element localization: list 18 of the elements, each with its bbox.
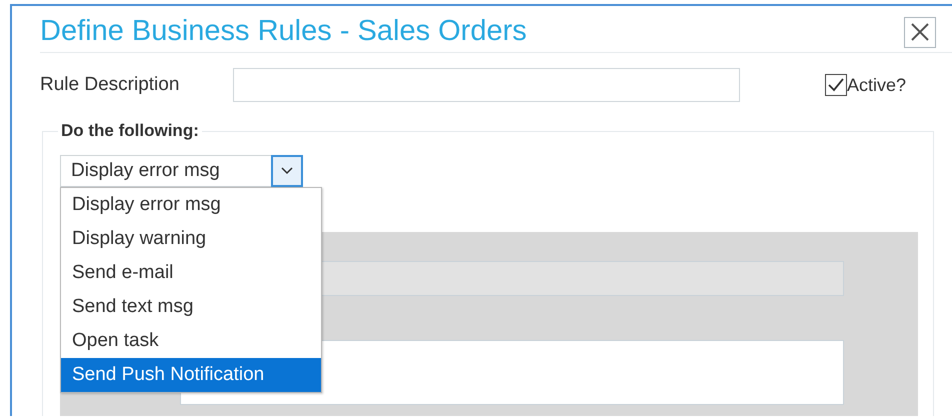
checkbox-label: Active?: [847, 75, 906, 96]
checkbox[interactable]: [825, 74, 847, 96]
dropdown-option[interactable]: Open task: [61, 324, 321, 358]
dropdown-option[interactable]: Send e-mail: [61, 256, 321, 290]
close-icon: [910, 22, 930, 42]
chevron-icon: [281, 167, 293, 175]
close-button[interactable]: [904, 16, 936, 48]
window-title: Define Business Rules - Sales Orders: [40, 14, 527, 48]
dropdown-button[interactable]: [271, 155, 303, 187]
dropdown-option[interactable]: Display warning: [61, 222, 321, 256]
section-title: Do the following:: [58, 121, 202, 141]
dropdown-option[interactable]: Send Push Notification: [61, 358, 321, 392]
dropdown-value: Display error msg: [70, 160, 221, 182]
input-field[interactable]: [233, 68, 740, 102]
dropdown-option[interactable]: Display error msg: [61, 188, 321, 222]
dropdown[interactable]: Display error msg: [60, 155, 303, 187]
field-label: Rule Description: [40, 74, 180, 96]
dropdown-option[interactable]: Send text msg: [61, 290, 321, 324]
